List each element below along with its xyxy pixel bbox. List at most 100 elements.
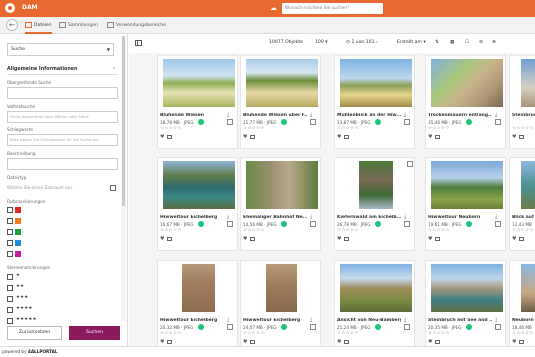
calendar-icon[interactable] — [110, 185, 116, 191]
download-icon[interactable]: ⤓ — [310, 112, 312, 118]
checkbox[interactable] — [7, 251, 13, 257]
folder-icon[interactable] — [519, 237, 524, 241]
tab-sammlungen[interactable]: Sammlungen — [59, 17, 98, 34]
asset-card[interactable]: Hiwweltour Neuborn ⤓ 19,61 MB · JPEG ☆☆☆☆☆ ♥ — [425, 157, 506, 251]
rating-stars[interactable]: ☆☆☆☆☆ — [512, 331, 534, 336]
download-icon[interactable]: ⤓ — [227, 214, 229, 220]
asset-thumbnail[interactable] — [266, 264, 297, 312]
select-checkbox[interactable] — [495, 221, 501, 227]
favorite-heart-icon[interactable]: ♥ — [337, 339, 341, 345]
date-range-field[interactable]: Wählen Sie einen Zeitraum aus — [7, 185, 73, 190]
saved-search-select[interactable]: Suche ▼ — [7, 43, 114, 56]
select-checkbox[interactable] — [404, 221, 410, 227]
select-all-icon[interactable]: ☐ — [465, 40, 469, 45]
checkbox[interactable] — [7, 285, 13, 291]
asset-title[interactable]: Ehemaliger Bahnhof Ne... — [243, 215, 307, 220]
app-logo-icon[interactable] — [5, 3, 15, 13]
parent-search-field[interactable] — [7, 87, 118, 99]
select-checkbox[interactable] — [495, 324, 501, 330]
asset-thumbnail-area[interactable] — [158, 158, 239, 213]
download-icon[interactable]: ⤓ — [227, 112, 229, 118]
sidebar-toggle-icon[interactable] — [135, 40, 142, 46]
download-icon[interactable]: ⤓ — [495, 112, 497, 118]
folder-icon[interactable] — [250, 135, 255, 139]
folder-icon[interactable] — [167, 340, 172, 344]
checkbox[interactable] — [7, 296, 13, 302]
checkbox[interactable] — [7, 240, 13, 246]
rating-stars[interactable]: ☆☆☆☆☆ — [337, 126, 359, 131]
download-icon[interactable]: ⤓ — [495, 214, 497, 220]
sort-select[interactable]: Erstellt am ▾ — [397, 40, 426, 45]
asset-thumbnail-area[interactable] — [510, 158, 535, 213]
asset-thumbnail[interactable] — [431, 264, 503, 312]
description-field[interactable] — [7, 158, 118, 170]
asset-title[interactable]: Trockenmauern entlang... — [428, 113, 492, 118]
asset-title[interactable]: Mühlenblick an der Hiw... — [337, 113, 401, 118]
favorite-heart-icon[interactable]: ♥ — [160, 134, 164, 140]
rating-stars[interactable]: ☆☆☆☆☆ — [243, 228, 265, 233]
favorite-heart-icon[interactable]: ♥ — [512, 339, 516, 345]
favorite-heart-icon[interactable]: ♥ — [243, 134, 247, 140]
asset-thumbnail[interactable] — [246, 161, 318, 209]
rating-stars[interactable]: ☆☆☆☆☆ — [337, 228, 359, 233]
download-icon[interactable]: ⤓ — [310, 317, 312, 323]
asset-card[interactable]: Trockenmauern entlang... ⤓ 35,46 MB · JPEG… — [425, 55, 506, 149]
back-arrow-icon[interactable]: ← — [6, 19, 18, 31]
cloud-upload-icon[interactable]: ☁ — [270, 4, 277, 13]
select-checkbox[interactable] — [404, 324, 410, 330]
asset-title[interactable]: Blühende Wiesen — [160, 113, 224, 118]
asset-card[interactable]: Kiefernwald am Eichelb... ⤓ 26,78 MB · JPE… — [334, 157, 415, 251]
select-checkbox[interactable] — [227, 119, 233, 125]
asset-card[interactable]: Hiwweltour Eichelberg ⤓ 16,67 MB · JPEG ☆☆☆… — [157, 157, 238, 251]
favorite-heart-icon[interactable]: ♥ — [512, 236, 516, 242]
rating-stars[interactable]: ☆☆☆☆☆ — [512, 228, 534, 233]
rating-stars[interactable]: ☆☆☆☆☆ — [160, 126, 182, 131]
favorite-heart-icon[interactable]: ♥ — [428, 236, 432, 242]
asset-card[interactable]: Mühlenblick an der Hiw... ⤓ 13,87 MB · JPE… — [334, 55, 415, 149]
asset-title[interactable]: Blick auf — [512, 215, 535, 220]
asset-title[interactable]: Ansicht von Neu-Bamberg — [337, 318, 401, 323]
fulltext-field[interactable]: Finde Dokumente über Wörter oder Sätze — [7, 111, 118, 123]
asset-thumbnail[interactable] — [521, 264, 535, 312]
asset-thumbnail-area[interactable] — [510, 261, 535, 316]
folder-icon[interactable] — [344, 135, 349, 139]
asset-thumbnail-area[interactable] — [335, 56, 416, 111]
sidebar-scroll-thumb[interactable] — [122, 36, 125, 206]
search-button[interactable]: Suchen — [69, 326, 120, 340]
pagination[interactable]: ◷ 1 von 101 › — [346, 40, 378, 45]
favorite-heart-icon[interactable]: ♥ — [160, 236, 164, 242]
favorite-heart-icon[interactable]: ♥ — [512, 134, 516, 140]
checkbox[interactable] — [7, 207, 13, 213]
asset-thumbnail-area[interactable] — [158, 56, 239, 111]
zoom-in-icon[interactable]: ⊕ — [492, 40, 496, 45]
asset-card[interactable]: Blühende Wiesen über F... ⤓ 21,77 MB · JPE… — [240, 55, 321, 149]
select-checkbox[interactable] — [310, 119, 316, 125]
asset-card[interactable]: Ehemaliger Bahnhof Ne... ⤓ 14,56 MB · JPEG… — [240, 157, 321, 251]
asset-thumbnail-area[interactable] — [426, 158, 507, 213]
rating-stars[interactable]: ☆☆☆☆☆ — [428, 331, 450, 336]
asset-thumbnail-area[interactable] — [426, 261, 507, 316]
checkbox[interactable] — [7, 318, 13, 324]
asset-title[interactable]: Kiefernwald am Eichelb... — [337, 215, 401, 220]
select-checkbox[interactable] — [310, 324, 316, 330]
favorite-heart-icon[interactable]: ♥ — [337, 134, 341, 140]
asset-thumbnail-area[interactable] — [510, 56, 535, 111]
favorite-heart-icon[interactable]: ♥ — [243, 236, 247, 242]
rating-stars[interactable]: ☆☆☆☆☆ — [160, 331, 182, 336]
folder-icon[interactable] — [519, 135, 524, 139]
reset-button[interactable]: Zurücksetzen — [7, 326, 62, 340]
asset-thumbnail[interactable] — [246, 59, 318, 107]
asset-card[interactable]: Steinbruch⤓☆☆☆☆☆♥ — [509, 55, 535, 149]
folder-icon[interactable] — [167, 237, 172, 241]
asset-thumbnail-area[interactable] — [335, 158, 416, 213]
favorite-heart-icon[interactable]: ♥ — [428, 134, 432, 140]
favorite-heart-icon[interactable]: ♥ — [428, 339, 432, 345]
asset-thumbnail[interactable] — [340, 59, 412, 107]
folder-icon[interactable] — [435, 340, 440, 344]
chevron-up-icon[interactable]: ⌃ — [112, 67, 116, 73]
asset-thumbnail-area[interactable] — [158, 261, 239, 316]
asset-thumbnail-area[interactable] — [335, 261, 416, 316]
sort-direction-icon[interactable]: ⇅ — [435, 40, 439, 45]
folder-icon[interactable] — [435, 237, 440, 241]
asset-title[interactable]: Hiwweltour Eichelberg — [160, 318, 224, 323]
